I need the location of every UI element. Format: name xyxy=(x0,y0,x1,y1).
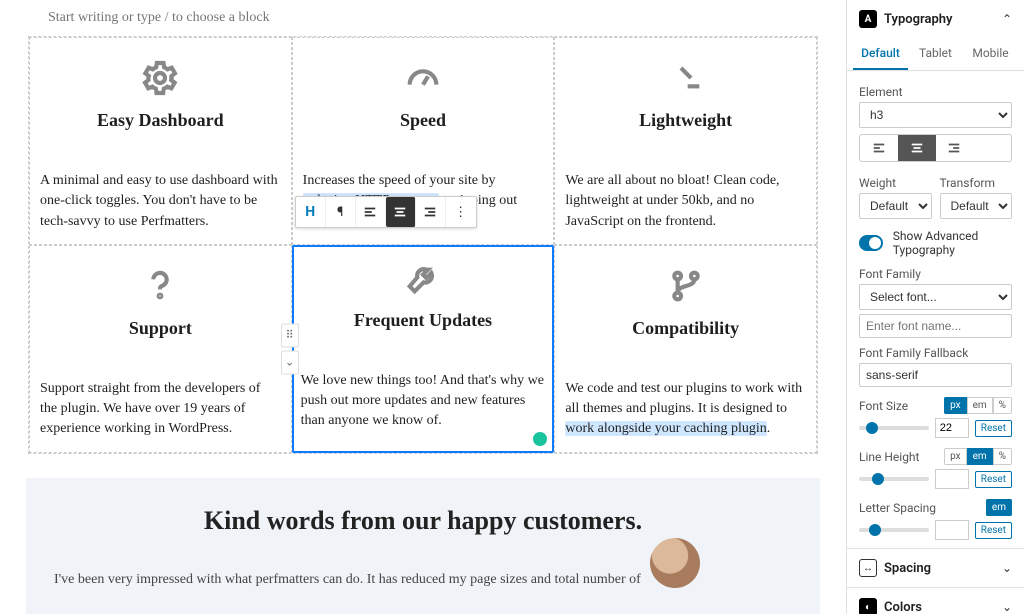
chevron-down-icon: ⌄ xyxy=(1002,600,1012,614)
feature-card[interactable]: Compatibility We code and test our plugi… xyxy=(554,245,817,453)
device-tabs: Default Tablet Mobile xyxy=(847,38,1024,71)
feature-card[interactable]: Support Support straight from the develo… xyxy=(29,245,292,453)
element-label: Element xyxy=(859,85,1012,99)
tab-default[interactable]: Default xyxy=(853,38,908,70)
colors-icon: ◐ xyxy=(859,598,877,614)
testimonial-heading[interactable]: Kind words from our happy customers. xyxy=(54,506,792,536)
line-height-slider[interactable] xyxy=(859,477,929,481)
card-body[interactable]: We love new things too! And that's why w… xyxy=(299,371,548,432)
font-family-input[interactable] xyxy=(859,314,1012,338)
block-toolbar: H ¶ ⋮ xyxy=(295,196,477,228)
feature-card[interactable]: Speed Increases the speed of your site b… xyxy=(292,37,555,245)
block-editor-canvas[interactable]: Start writing or type / to choose a bloc… xyxy=(0,0,846,614)
question-icon xyxy=(140,266,180,306)
branch-icon xyxy=(666,266,706,306)
spacing-panel-header[interactable]: ↔Spacing ⌄ xyxy=(847,548,1024,587)
card-title[interactable]: Easy Dashboard xyxy=(38,110,283,131)
unit-percent[interactable]: % xyxy=(993,397,1012,414)
feature-card[interactable]: Easy Dashboard A minimal and easy to use… xyxy=(29,37,292,245)
font-fallback-label: Font Family Fallback xyxy=(859,346,1012,360)
block-prompt[interactable]: Start writing or type / to choose a bloc… xyxy=(16,0,830,36)
typography-icon: A xyxy=(859,10,877,28)
font-family-select[interactable]: Select font... xyxy=(859,284,1012,310)
align-right-button[interactable] xyxy=(416,197,446,227)
weight-select[interactable]: Default xyxy=(859,193,932,219)
transform-label: Transform xyxy=(940,176,1013,190)
tab-mobile[interactable]: Mobile xyxy=(963,38,1018,70)
card-title[interactable]: Speed xyxy=(301,110,546,131)
advanced-typography-toggle[interactable] xyxy=(859,235,883,251)
grammarly-icon[interactable] xyxy=(533,432,547,446)
spacing-icon: ↔ xyxy=(859,559,877,577)
wrench-icon xyxy=(403,258,443,298)
line-height-reset[interactable]: Reset xyxy=(975,471,1012,488)
align-center-option[interactable] xyxy=(898,135,936,161)
advanced-typography-label: Show Advanced Typography xyxy=(893,229,1012,257)
align-left-button[interactable] xyxy=(356,197,386,227)
card-title[interactable]: Frequent Updates xyxy=(299,310,548,331)
font-size-label: Font Size xyxy=(859,399,908,413)
font-size-reset[interactable]: Reset xyxy=(975,420,1012,437)
colors-panel-header[interactable]: ◐Colors ⌄ xyxy=(847,587,1024,614)
tab-tablet[interactable]: Tablet xyxy=(908,38,963,70)
chevron-down-icon: ⌄ xyxy=(1002,561,1012,575)
letter-spacing-slider[interactable] xyxy=(859,528,929,532)
line-height-label: Line Height xyxy=(859,450,919,464)
typography-panel-header[interactable]: ATypography ⌃ xyxy=(847,0,1024,38)
unit-px[interactable]: px xyxy=(944,397,967,414)
align-center-button[interactable] xyxy=(386,197,416,227)
align-left-option[interactable] xyxy=(860,135,898,161)
gear-icon xyxy=(140,58,180,98)
paragraph-icon[interactable]: ¶ xyxy=(326,197,356,227)
drag-handle-icon[interactable]: ⠿ xyxy=(281,323,299,347)
unit-percent[interactable]: % xyxy=(993,448,1012,465)
card-body[interactable]: We are all about no bloat! Clean code, l… xyxy=(563,171,808,232)
transform-select[interactable]: Default xyxy=(940,193,1013,219)
font-family-label: Font Family xyxy=(859,267,1012,281)
features-grid: Easy Dashboard A minimal and easy to use… xyxy=(28,36,818,454)
code-icon xyxy=(666,58,706,98)
card-title[interactable]: Lightweight xyxy=(563,110,808,131)
unit-em[interactable]: em xyxy=(986,499,1012,516)
block-mover[interactable]: ⠿ ⌄ xyxy=(279,323,301,374)
card-body[interactable]: We code and test our plugins to work wit… xyxy=(563,379,808,440)
gauge-icon xyxy=(403,58,443,98)
feature-card[interactable]: Lightweight We are all about no bloat! C… xyxy=(554,37,817,245)
letter-spacing-label: Letter Spacing xyxy=(859,501,936,515)
font-size-slider[interactable] xyxy=(859,426,929,430)
settings-sidebar: ATypography ⌃ Default Tablet Mobile Elem… xyxy=(846,0,1024,614)
move-down-button[interactable]: ⌄ xyxy=(281,350,299,374)
unit-em[interactable]: em xyxy=(967,397,993,414)
card-body[interactable]: A minimal and easy to use dashboard with… xyxy=(38,171,283,232)
text-align-group xyxy=(859,134,1012,162)
more-options-button[interactable]: ⋮ xyxy=(446,197,476,227)
font-size-input[interactable] xyxy=(935,418,969,438)
font-fallback-input[interactable] xyxy=(859,363,1012,387)
element-select[interactable]: h3 xyxy=(859,102,1012,128)
line-height-input[interactable] xyxy=(935,469,969,489)
letter-spacing-input[interactable] xyxy=(935,520,969,540)
block-transform-button[interactable]: H xyxy=(296,197,326,227)
testimonial-block[interactable]: Kind words from our happy customers. I'v… xyxy=(26,478,820,614)
card-title[interactable]: Compatibility xyxy=(563,318,808,339)
align-none-option[interactable] xyxy=(973,135,1011,161)
unit-px[interactable]: px xyxy=(944,448,967,465)
chevron-up-icon: ⌃ xyxy=(1002,12,1012,26)
letter-spacing-reset[interactable]: Reset xyxy=(975,522,1012,539)
avatar xyxy=(650,538,700,588)
card-title[interactable]: Support xyxy=(38,318,283,339)
feature-card-selected[interactable]: ⠿ ⌄ Frequent Updates We love new things … xyxy=(292,245,555,453)
unit-em[interactable]: em xyxy=(967,448,993,465)
weight-label: Weight xyxy=(859,176,932,190)
align-right-option[interactable] xyxy=(936,135,974,161)
card-body[interactable]: Support straight from the developers of … xyxy=(38,379,283,440)
